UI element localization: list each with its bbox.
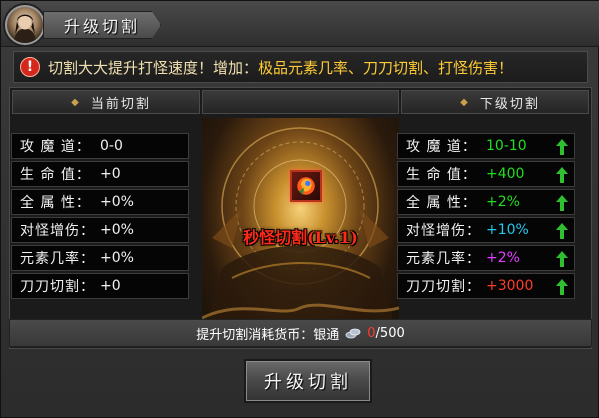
window-title-plate: 升级切割 xyxy=(43,11,161,39)
stat-label: 对怪增伤： xyxy=(406,223,481,239)
stat-value: +2% xyxy=(486,250,520,266)
stat-label: 生 命 值： xyxy=(406,167,477,183)
stat-value: 0-0 xyxy=(100,138,123,154)
stat-value: +0% xyxy=(100,194,134,210)
cost-need: /500 xyxy=(375,325,405,341)
stat-row: 对怪增伤： +0% xyxy=(11,217,189,243)
stat-value: +0 xyxy=(100,278,121,294)
flame-gem-icon xyxy=(297,177,315,195)
stat-row: 全 属 性： +2% xyxy=(397,189,575,215)
up-arrow-icon xyxy=(556,279,568,295)
stat-value: +400 xyxy=(486,166,525,182)
stat-value: +0% xyxy=(100,250,134,266)
stat-label: 攻 魔 道： xyxy=(406,139,477,155)
notice-text: 切割大大提升打怪速度！增加：极品元素几率、刀刀切割、打怪伤害！ xyxy=(48,57,513,78)
upgrade-button[interactable]: 升级切割 xyxy=(244,359,372,403)
skill-art: 秒怪切割(Lv.1) xyxy=(202,118,399,344)
up-arrow-icon xyxy=(556,223,568,239)
stat-value: +3000 xyxy=(486,278,534,294)
stat-row: 攻 魔 道： 0-0 xyxy=(11,133,189,159)
upgrade-cutting-panel: 升级切割 ! 切割大大提升打怪速度！增加：极品元素几率、刀刀切割、打怪伤害！ ◆… xyxy=(0,0,599,418)
stat-label: 元素几率： xyxy=(406,251,481,267)
center-header-bar xyxy=(202,90,399,114)
character-avatar xyxy=(5,5,45,45)
cost-bar: 提升切割消耗货币：银通 0/500 xyxy=(9,319,592,347)
stat-row: 元素几率： +0% xyxy=(11,245,189,271)
cost-label: 提升切割消耗货币：银通 xyxy=(196,327,340,343)
stat-label: 元素几率： xyxy=(20,251,95,267)
notice-highlight: 极品元素几率、刀刀切割、打怪伤害！ xyxy=(258,58,514,77)
stat-row: 对怪增伤： +10% xyxy=(397,217,575,243)
stat-label: 刀刀切割： xyxy=(20,279,95,295)
stat-label: 全 属 性： xyxy=(406,195,477,211)
stat-row: 攻 魔 道： 10-10 xyxy=(397,133,575,159)
stat-row: 生 命 值： +0 xyxy=(11,161,189,187)
stat-row: 元素几率： +2% xyxy=(397,245,575,271)
stat-row: 全 属 性： +0% xyxy=(11,189,189,215)
skill-item-slot[interactable] xyxy=(290,170,322,202)
stat-row: 刀刀切割： +3000 xyxy=(397,273,575,299)
up-arrow-icon xyxy=(556,139,568,155)
stat-value: +0 xyxy=(100,166,121,182)
stat-label: 刀刀切割： xyxy=(406,279,481,295)
diamond-icon: ◆ xyxy=(460,96,470,108)
window-title: 升级切割 xyxy=(63,17,140,36)
up-arrow-icon xyxy=(556,251,568,267)
upgrade-button-label: 升级切割 xyxy=(264,372,352,393)
stat-row: 刀刀切割： +0 xyxy=(11,273,189,299)
up-arrow-icon xyxy=(556,195,568,211)
stat-value: +2% xyxy=(486,194,520,210)
next-level-header: ◆ 下级切割 xyxy=(401,90,589,114)
stat-value: 10-10 xyxy=(486,138,527,154)
stat-label: 对怪增伤： xyxy=(20,223,95,239)
stat-row: 生 命 值： +400 xyxy=(397,161,575,187)
up-arrow-icon xyxy=(556,167,568,183)
silver-coin-icon xyxy=(345,328,361,339)
title-bar: 升级切割 xyxy=(1,1,599,47)
stat-label: 攻 魔 道： xyxy=(20,139,91,155)
stat-value: +0% xyxy=(100,222,134,238)
next-level-title: 下级切割 xyxy=(479,96,540,112)
diamond-icon: ◆ xyxy=(71,96,81,108)
skill-name: 秒怪切割(Lv.1) xyxy=(243,228,358,247)
current-level-header: ◆ 当前切割 xyxy=(12,90,200,114)
exclamation-icon: ! xyxy=(20,57,40,77)
stat-label: 生 命 值： xyxy=(20,167,91,183)
notice-prefix: 切割大大提升打怪速度！增加： xyxy=(48,58,259,77)
stat-value: +10% xyxy=(486,222,529,238)
stat-label: 全 属 性： xyxy=(20,195,91,211)
notice-bar: ! 切割大大提升打怪速度！增加：极品元素几率、刀刀切割、打怪伤害！ xyxy=(13,51,588,83)
current-level-title: 当前切割 xyxy=(90,96,151,112)
cost-have: 0 xyxy=(367,325,376,341)
